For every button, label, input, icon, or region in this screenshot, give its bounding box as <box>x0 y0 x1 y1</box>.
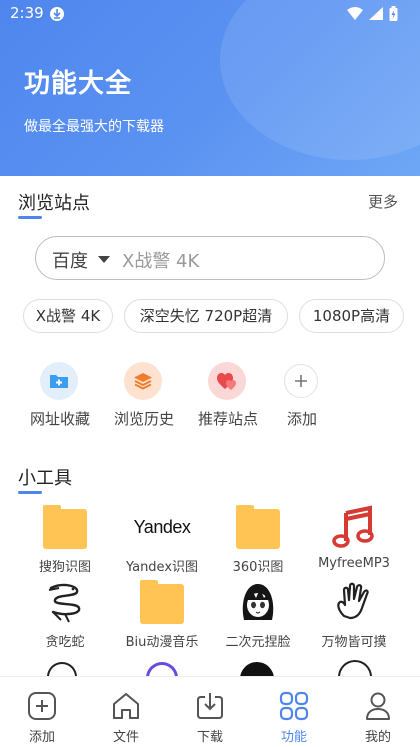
tool-myfreemp3[interactable]: MyfreeMP3 <box>308 505 400 575</box>
grid-icon <box>279 691 309 721</box>
add-icon <box>28 692 56 720</box>
nav-label: 我的 <box>364 730 391 745</box>
hot-search-chips: X战警 4K 深空失忆 720P超清 1080P高清 <box>0 299 420 333</box>
partial-tool-icon[interactable] <box>338 660 372 676</box>
yandex-logo: Yandex <box>133 517 191 537</box>
tool-label: Yandex识图 <box>125 560 199 575</box>
hand-icon <box>332 580 376 624</box>
page-subtitle: 做最全最强大的下载器 <box>24 119 164 135</box>
partial-tool-icon[interactable] <box>146 662 178 676</box>
quick-action-label: 网址收藏 <box>29 410 90 428</box>
tool-label: MyfreeMP3 <box>318 556 390 571</box>
quick-action-label: 添加 <box>286 410 317 428</box>
plus-icon <box>284 364 318 398</box>
tool-label: 搜狗识图 <box>38 560 91 575</box>
anime-face-icon <box>236 580 280 624</box>
search-chip[interactable]: 深空失忆 720P超清 <box>124 299 288 333</box>
nav-label: 文件 <box>112 730 139 745</box>
search-engine-select[interactable]: 百度 <box>52 247 88 273</box>
tool-biu-anime-music[interactable]: Biu动漫音乐 <box>116 580 208 650</box>
tool-snake-game[interactable]: 贪吃蛇 <box>19 580 111 650</box>
home-icon <box>113 693 139 719</box>
tool-360-image-search[interactable]: 360识图 <box>212 505 304 575</box>
title-underline <box>18 491 42 494</box>
download-notification-icon <box>50 7 64 21</box>
tool-label: 360识图 <box>232 560 284 575</box>
layers-icon <box>124 362 162 400</box>
bottom-nav: 添加 文件 下载 功能 我的 <box>0 676 420 747</box>
status-time: 2:39 <box>10 4 44 22</box>
quick-action-label: 浏览历史 <box>113 410 174 428</box>
music-note-icon <box>332 505 376 549</box>
tool-touch-everything[interactable]: 万物皆可摸 <box>308 580 400 650</box>
tools-section-title: 小工具 <box>18 464 72 494</box>
page-title: 功能大全 <box>24 69 133 99</box>
search-chip[interactable]: X战警 4K <box>23 299 113 333</box>
quick-action-recommended[interactable]: 推荐站点 <box>186 362 270 432</box>
tool-label: Biu动漫音乐 <box>125 635 199 650</box>
system-icons <box>347 6 398 21</box>
tool-anime-face-maker[interactable]: 二次元捏脸 <box>212 580 304 650</box>
nav-label: 下载 <box>196 730 223 745</box>
header-banner: 2:39 功能大全 做最全最强大的下载器 <box>0 0 420 176</box>
more-link[interactable]: 更多 <box>368 191 398 212</box>
nav-label: 功能 <box>280 730 307 745</box>
content-card: 浏览站点 更多 百度 X战警 4K X战警 4K 深空失忆 720P超清 108… <box>0 176 420 676</box>
quick-action-label: 推荐站点 <box>197 410 258 428</box>
tool-sogou-image-search[interactable]: 搜狗识图 <box>19 505 111 575</box>
status-bar: 2:39 <box>0 0 420 30</box>
nav-add[interactable]: 添加 <box>0 677 84 747</box>
tool-label: 万物皆可摸 <box>321 635 387 650</box>
folder-plus-icon <box>40 362 78 400</box>
folder-icon <box>236 505 280 549</box>
partial-tool-icon[interactable] <box>47 662 77 676</box>
search-input[interactable]: X战警 4K <box>122 247 199 273</box>
folder-icon <box>140 580 184 624</box>
title-underline <box>18 216 42 219</box>
signal-icon <box>369 7 383 20</box>
person-icon <box>366 692 390 720</box>
nav-profile[interactable]: 我的 <box>336 677 420 747</box>
quick-action-history[interactable]: 浏览历史 <box>102 362 186 432</box>
search-chip[interactable]: 1080P高清 <box>299 299 404 333</box>
nav-files[interactable]: 文件 <box>84 677 168 747</box>
search-box[interactable]: 百度 X战警 4K <box>35 236 385 280</box>
folder-icon <box>43 505 87 549</box>
nav-download[interactable]: 下载 <box>168 677 252 747</box>
tool-yandex-image-search[interactable]: Yandex Yandex识图 <box>116 505 208 575</box>
nav-features[interactable]: 功能 <box>252 677 336 747</box>
hearts-icon <box>208 362 246 400</box>
partial-tool-icon[interactable] <box>240 662 274 676</box>
battery-icon <box>389 6 398 21</box>
nav-label: 添加 <box>28 730 55 745</box>
tool-label: 二次元捏脸 <box>225 635 291 650</box>
tool-label: 贪吃蛇 <box>45 635 85 650</box>
chevron-down-icon[interactable] <box>98 256 110 263</box>
quick-action-add[interactable]: 添加 <box>260 362 344 432</box>
quick-action-bookmarks[interactable]: 网址收藏 <box>18 362 102 432</box>
snake-icon <box>43 580 87 624</box>
browse-section-title: 浏览站点 <box>18 189 90 219</box>
download-icon <box>197 693 223 719</box>
wifi-icon <box>347 7 363 20</box>
